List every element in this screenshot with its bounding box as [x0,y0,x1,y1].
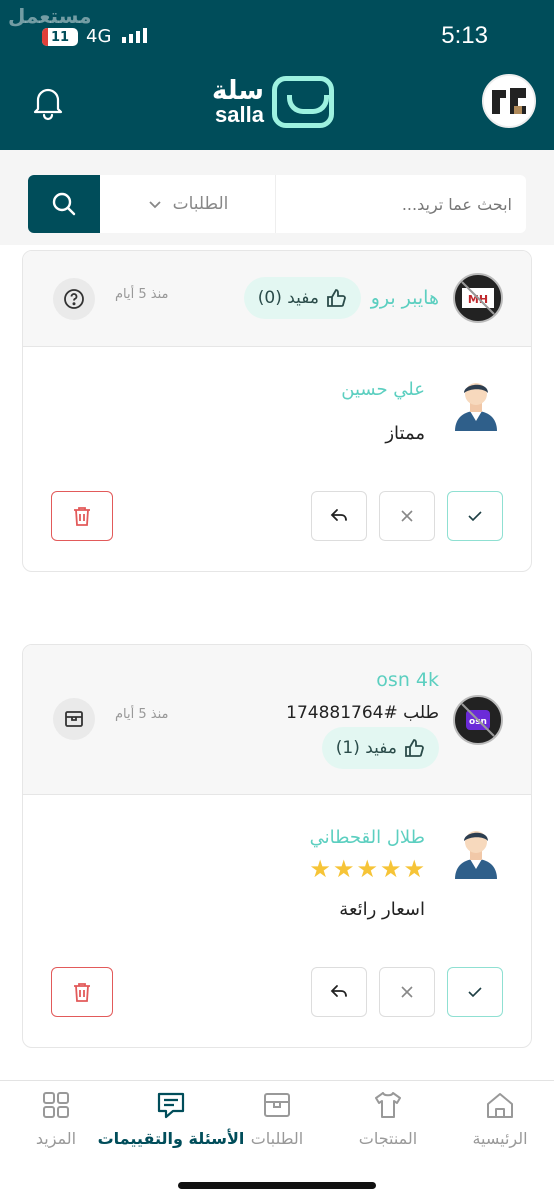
store-avatar[interactable] [482,74,536,128]
nav-label-home: الرئيسية [472,1129,528,1148]
search-input[interactable] [278,175,518,233]
reviewer-name: طلال القحطاني [309,827,425,848]
logo-latin-text: salla [215,102,264,127]
logo-mark-icon [271,76,334,128]
home-indicator [178,1182,376,1189]
nav-item-home[interactable]: الرئيسية [440,1089,554,1148]
box-icon [65,711,83,727]
review-age: منذ 5 أيام [115,287,169,302]
nav-label-products: المنتجات [358,1129,418,1148]
reject-button[interactable] [379,491,435,541]
order-reference[interactable]: طلب #174881764 [286,703,439,723]
nav-label-more: المزيد [35,1129,77,1148]
user-avatar-icon [455,383,497,431]
search-bar: الطلبات [28,175,526,233]
product-image[interactable]: osn [453,695,503,745]
close-icon [401,986,413,998]
reject-button[interactable] [379,967,435,1017]
search-filter-label: الطلبات [172,194,229,214]
reply-button[interactable] [311,967,367,1017]
reply-icon [330,985,347,997]
product-name[interactable]: osn 4k [376,669,439,691]
rating-stars: ★ ★ ★ ★ ★ [309,857,425,881]
reviewer-name: علي حسين [341,379,425,400]
thumbs-up-icon [327,289,346,307]
nav-label-reviews: الأسئلة والتقييمات [97,1129,245,1148]
shirt-icon [375,1092,401,1118]
trash-icon [74,507,90,526]
logo-arabic-text: سلة [212,76,264,106]
review-card: MH هايبر برو مفيد (0) منذ 5 أيام علي حسي… [22,250,532,572]
search-button[interactable] [28,175,100,233]
review-comment: اسعار رائعة [339,899,425,920]
review-card: osn 4k osn طلب #174881764 مفيد (1) منذ 5… [22,644,532,1048]
chevron-down-icon [148,201,161,209]
approve-button[interactable] [447,967,503,1017]
app-header: مستعمل 11 4G 5:13 سلة salla [0,0,554,150]
reply-icon [330,509,347,521]
user-avatar-icon [455,831,497,879]
trash-icon [74,983,90,1002]
star-icon: ★ [379,855,402,883]
box-icon [264,1093,290,1117]
helpful-button[interactable]: مفيد (1) [321,727,439,769]
question-type-badge [53,278,95,320]
nav-label-orders: الطلبات [250,1129,304,1148]
star-icon: ★ [332,855,355,883]
reply-button[interactable] [311,491,367,541]
helpful-button[interactable]: مفيد (0) [243,277,361,319]
product-name[interactable]: هايبر برو [371,287,439,309]
order-type-badge [53,698,95,740]
grid-icon [43,1092,69,1118]
product-image[interactable]: MH [453,273,503,323]
star-icon: ★ [309,855,331,883]
delete-button[interactable] [51,967,113,1017]
review-card-header: MH هايبر برو مفيد (0) منذ 5 أيام [23,251,531,347]
check-icon [468,511,482,522]
star-icon: ★ [403,855,425,883]
status-time: 5:13 [441,22,488,49]
status-bar: مستعمل 11 4G 5:13 [0,0,554,70]
search-filter-dropdown[interactable]: الطلبات [100,175,276,233]
notifications-bell-icon[interactable] [28,82,68,122]
helpful-count: مفيد (0) [257,288,319,308]
check-icon [468,987,482,998]
battery-indicator: 11 [42,28,78,46]
network-type: 4G [86,26,112,47]
approve-button[interactable] [447,491,503,541]
helpful-count: مفيد (1) [335,738,397,758]
review-comment: ممتاز [385,423,425,444]
nav-item-reviews[interactable]: الأسئلة والتقييمات [96,1089,246,1148]
chat-icon [157,1092,185,1119]
thumbs-up-icon [405,739,424,757]
close-icon [401,510,413,522]
home-icon [487,1093,513,1118]
review-age: منذ 5 أيام [115,707,169,722]
battery-level: 11 [50,29,70,45]
star-icon: ★ [356,855,378,883]
search-area: الطلبات [0,150,554,245]
question-mark-icon [64,289,84,309]
nav-item-products[interactable]: المنتجات [328,1089,448,1148]
review-card-header: osn 4k osn طلب #174881764 مفيد (1) منذ 5… [23,645,531,795]
salla-logo: سلة salla [212,74,344,130]
search-icon [52,192,76,216]
signal-icon [122,28,147,43]
watermark: مستعمل [8,4,92,28]
nav-item-more[interactable]: المزيد [0,1089,116,1148]
delete-button[interactable] [51,491,113,541]
